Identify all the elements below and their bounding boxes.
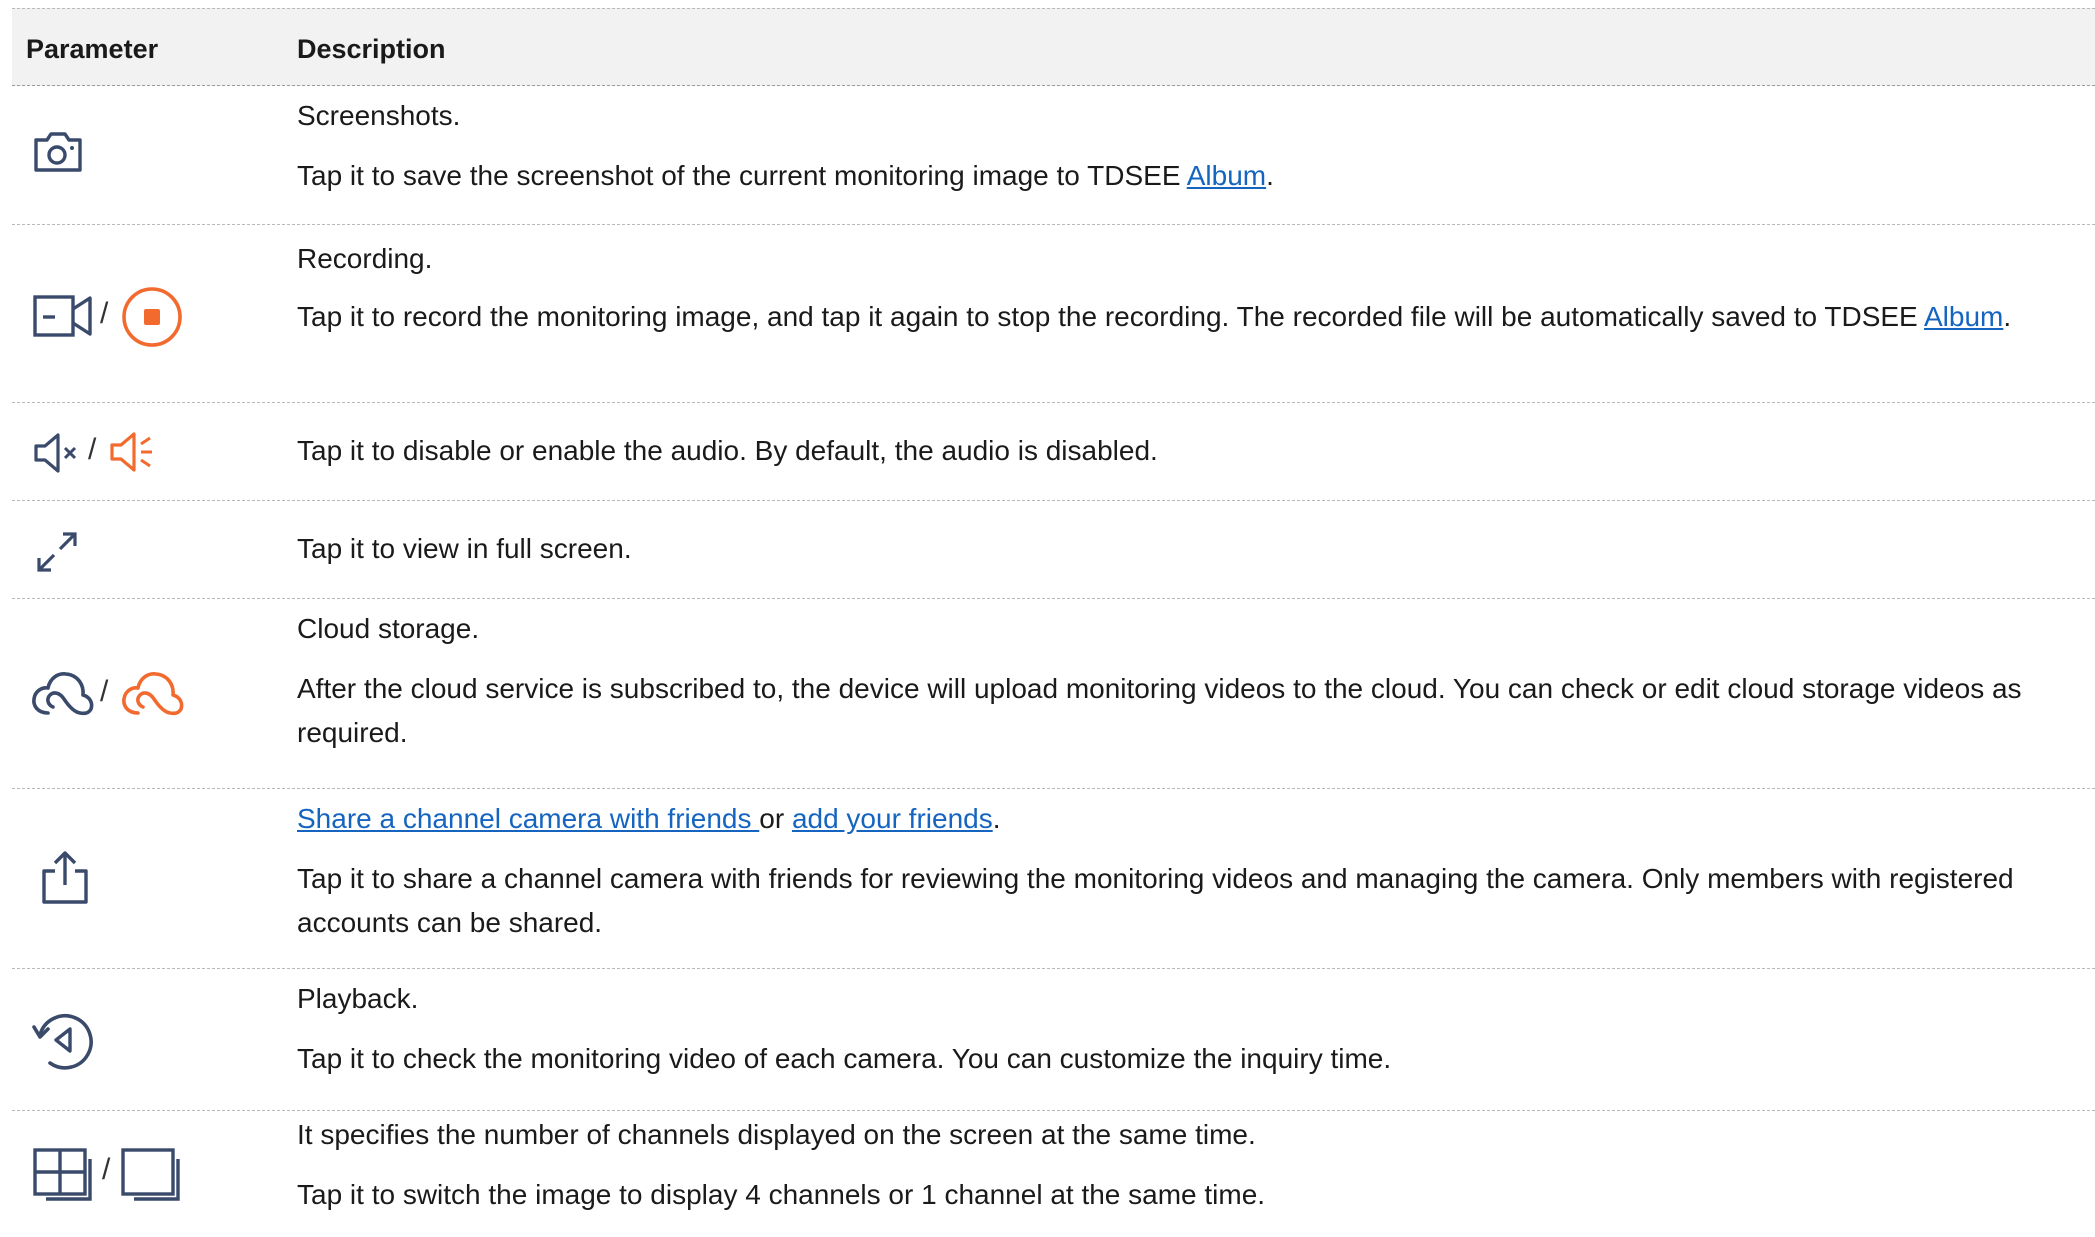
one-channel-icon [121, 1148, 180, 1201]
row-description: Cloud storage. After the cloud service i… [297, 607, 2081, 755]
row-text: Tap it to switch the image to display 4 … [297, 1179, 1266, 1210]
row-description: It specifies the number of channels disp… [297, 1113, 2081, 1217]
table-row: / Recording. Tap it to record the monito… [12, 225, 2095, 403]
speaker-muted-icon [34, 433, 77, 473]
row-text: After the cloud service is subscribed to… [297, 673, 2022, 748]
table-row: Share a channel camera with friends or a… [12, 789, 2095, 969]
icon-separator: / [100, 675, 109, 708]
table-row: Screenshots. Tap it to save the screensh… [12, 86, 2095, 225]
row-text-end: . [2003, 301, 2012, 332]
table-row: / Cloud storage. After the cloud service… [12, 599, 2095, 789]
table-row: Tap it to view in full screen. [12, 501, 2095, 599]
fullscreen-icon [37, 532, 77, 572]
table-row: / It specifies the number of channels di… [12, 1111, 2095, 1237]
album-link[interactable]: Album [1187, 160, 1266, 191]
share-icon [42, 851, 88, 904]
row-text: Tap it to record the monitoring image, a… [297, 297, 2081, 337]
row-text: Tap it to save the screenshot of the cur… [297, 154, 2081, 198]
cloud-active-icon [122, 672, 184, 716]
row-text-part: or [759, 803, 792, 834]
four-channel-icon [33, 1148, 92, 1201]
row-text-end: . [1266, 160, 1274, 191]
row-description: Screenshots. Tap it to save the screensh… [297, 94, 2081, 198]
row-description: Tap it to disable or enable the audio. B… [297, 429, 2081, 473]
header-description: Description [297, 34, 446, 64]
header-parameter: Parameter [26, 34, 159, 64]
row-title: Recording. [297, 243, 433, 274]
row-text-part: Tap it to save the screenshot of the cur… [297, 160, 1187, 191]
row-text-part: Tap it to record the monitoring image, a… [297, 301, 1924, 332]
row-title: Screenshots. [297, 100, 461, 131]
row-title: It specifies the number of channels disp… [297, 1119, 1256, 1150]
row-text: Tap it to view in full screen. [297, 533, 632, 564]
row-text-end: . [992, 803, 1001, 834]
row-description: Tap it to view in full screen. [297, 527, 2081, 571]
row-description: Share a channel camera with friends or a… [297, 797, 2081, 945]
share-camera-link[interactable]: Share a channel camera with friends [297, 803, 759, 834]
stop-record-icon [122, 287, 182, 347]
icon-separator: / [88, 433, 97, 466]
row-title: Cloud storage. [297, 613, 480, 644]
row-text: Tap it to share a channel camera with fr… [297, 863, 2014, 938]
row-title: Playback. [297, 983, 419, 1014]
icon-separator: / [100, 297, 109, 330]
row-text: Tap it to disable or enable the audio. B… [297, 435, 1158, 466]
row-description: Recording. Tap it to record the monitori… [297, 237, 2081, 337]
row-title: Share a channel camera with friends or a… [297, 797, 2081, 841]
album-link[interactable]: Album [1924, 301, 2003, 332]
video-camera-icon [33, 295, 92, 337]
icon-separator: / [102, 1153, 111, 1186]
playback-icon [32, 1014, 93, 1070]
camera-icon [34, 132, 82, 172]
add-friends-link[interactable]: add your friends [792, 803, 993, 834]
table-header: Parameter Description [12, 8, 2095, 86]
row-text: Tap it to check the monitoring video of … [297, 1043, 1392, 1074]
speaker-on-icon [110, 432, 152, 472]
row-description: Playback. Tap it to check the monitoring… [297, 977, 2081, 1081]
cloud-icon [32, 672, 94, 716]
table-row: / Tap it to disable or enable the audio.… [12, 403, 2095, 501]
table-row: Playback. Tap it to check the monitoring… [12, 969, 2095, 1111]
